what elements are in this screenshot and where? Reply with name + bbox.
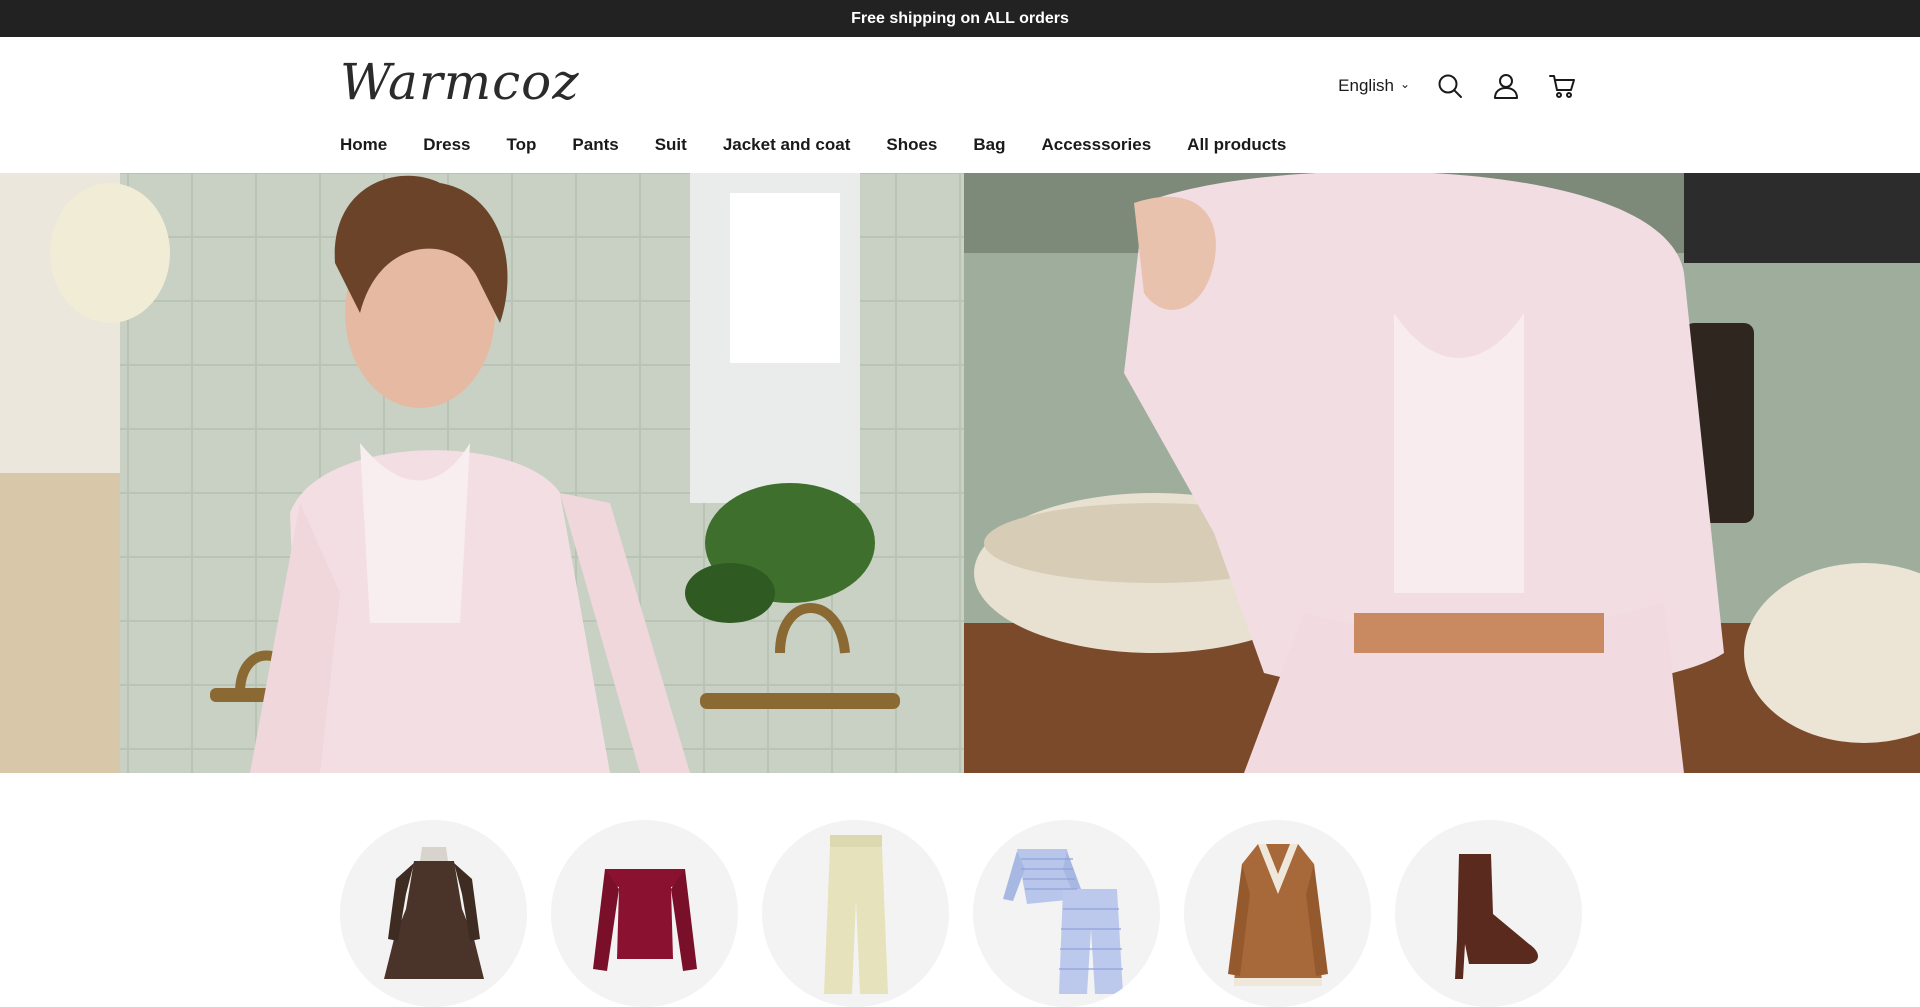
chevron-down-icon: ⌄: [1399, 77, 1410, 91]
category-pants[interactable]: [762, 820, 949, 1007]
nav-item-suit[interactable]: Suit: [655, 135, 687, 155]
category-jacket-and-coat[interactable]: [1184, 820, 1371, 1007]
category-shoes[interactable]: [1395, 820, 1582, 1007]
search-icon[interactable]: [1432, 68, 1468, 104]
nav-item-bag[interactable]: Bag: [973, 135, 1005, 155]
announcement-bar: Free shipping on ALL orders: [0, 0, 1920, 37]
hero-image-left: [0, 173, 964, 773]
account-icon[interactable]: [1488, 68, 1524, 104]
category-suit[interactable]: [973, 820, 1160, 1007]
language-label: English: [1338, 76, 1394, 95]
main-nav: Home Dress Top Pants Suit Jacket and coa…: [340, 135, 1286, 155]
language-selector[interactable]: English ⌄: [1338, 76, 1410, 96]
nav-item-all-products[interactable]: All products: [1187, 135, 1286, 155]
nav-item-home[interactable]: Home: [340, 135, 387, 155]
site-header: Warmcoz English ⌄ Home Dress Top Pants S…: [0, 37, 1920, 173]
nav-item-shoes[interactable]: Shoes: [886, 135, 937, 155]
nav-item-accessories[interactable]: Accesssories: [1042, 135, 1152, 155]
category-top[interactable]: [551, 820, 738, 1007]
hero-banner[interactable]: [0, 173, 1920, 773]
nav-item-jacket-and-coat[interactable]: Jacket and coat: [723, 135, 851, 155]
striped-pajama-set-image: [1002, 848, 1123, 994]
announcement-text: Free shipping on ALL orders: [851, 9, 1069, 27]
burgundy-top-image: [592, 868, 697, 971]
hero-image-right: [964, 173, 1920, 773]
brown-ankle-boot-image: [1454, 853, 1538, 979]
brown-dress-image: [383, 846, 484, 979]
logo[interactable]: Warmcoz: [340, 53, 580, 111]
nav-item-top[interactable]: Top: [507, 135, 537, 155]
cart-icon[interactable]: [1544, 68, 1580, 104]
nav-item-pants[interactable]: Pants: [572, 135, 618, 155]
category-carousel: [340, 820, 1582, 1007]
cream-pants-image: [823, 834, 888, 994]
header-tools: English ⌄: [1338, 67, 1580, 105]
shearling-coat-image: [1227, 843, 1328, 986]
category-dress[interactable]: [340, 820, 527, 1007]
nav-item-dress[interactable]: Dress: [423, 135, 470, 155]
